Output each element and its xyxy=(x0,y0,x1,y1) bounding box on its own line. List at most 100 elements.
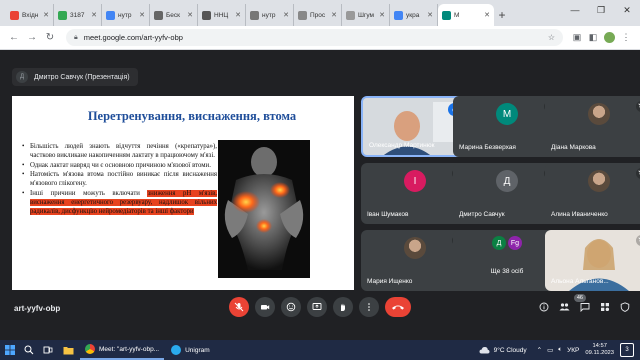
participant-name: Марина Безверхая xyxy=(459,144,516,151)
system-tray: 9°C Cloudy ⌃ ▭ 🔈︎ УКР 14:57 09.11.2023 3 xyxy=(479,340,640,360)
participant-name: Алина Иваниченко xyxy=(551,211,608,218)
browser-tab[interactable]: Вхідн ✕ xyxy=(6,4,54,26)
present-icon xyxy=(312,303,322,310)
menu-kebab-icon[interactable]: ⋮ xyxy=(618,30,634,46)
slide-bullet: Більшість людей знають відчуття печіння … xyxy=(22,143,217,161)
chrome-icon xyxy=(85,344,95,354)
camera-icon xyxy=(261,305,270,310)
window-controls: — ❐ ✕ xyxy=(562,0,640,20)
forward-icon[interactable]: → xyxy=(24,30,40,46)
participant-photo-avatar xyxy=(404,237,426,259)
browser-tab[interactable]: Прос ✕ xyxy=(294,4,342,26)
weather-widget[interactable]: 9°C Cloudy xyxy=(479,346,527,354)
tab-close-icon[interactable]: ✕ xyxy=(139,11,145,19)
browser-tab[interactable]: нутр ✕ xyxy=(246,4,294,26)
tab-close-icon[interactable]: ✕ xyxy=(43,11,49,19)
folder-icon xyxy=(63,346,73,354)
host-controls-icon[interactable] xyxy=(620,302,630,312)
language-indicator[interactable]: УКР xyxy=(567,347,579,354)
taskbar-search-button[interactable] xyxy=(20,340,38,360)
clock[interactable]: 14:57 09.11.2023 xyxy=(585,343,614,357)
browser-tab[interactable]: ННЦ ✕ xyxy=(198,4,246,26)
participant-tile[interactable]: Діана Маркова xyxy=(545,96,640,157)
microphone-toggle-button[interactable] xyxy=(229,297,249,317)
browser-tab[interactable]: Шгум ✕ xyxy=(342,4,390,26)
network-icon[interactable]: ▭ xyxy=(547,346,553,354)
tab-favicon-icon xyxy=(250,10,259,20)
bookmark-star-icon[interactable]: ☆ xyxy=(548,33,555,42)
participant-avatar: Д xyxy=(496,170,518,192)
browser-tab[interactable]: 3187 ✕ xyxy=(54,4,102,26)
minimize-button[interactable]: — xyxy=(562,0,588,20)
volume-icon[interactable]: 🔈︎ xyxy=(558,346,562,354)
file-explorer-button[interactable] xyxy=(58,340,78,360)
camera-toggle-button[interactable] xyxy=(255,297,275,317)
tab-favicon-icon xyxy=(10,10,19,20)
slide-bullet: Однак лактат навряд чи є основною причин… xyxy=(22,162,217,171)
extensions-icon[interactable]: ◧ xyxy=(585,30,601,46)
raise-hand-button[interactable] xyxy=(333,297,353,317)
clock-time: 14:57 xyxy=(592,343,607,349)
close-window-button[interactable]: ✕ xyxy=(614,0,640,20)
tab-label: M xyxy=(454,11,460,19)
participant-name: Альона Альтанов... xyxy=(551,278,609,285)
camera-indicator-icon[interactable]: ▣ xyxy=(569,30,585,46)
taskbar-app-chrome[interactable]: Meet: "art-yyfv-obp... xyxy=(80,340,165,360)
leave-call-button[interactable] xyxy=(385,297,411,317)
taskbar-app-unigram[interactable]: Unigram xyxy=(166,340,215,360)
tab-label: Прос xyxy=(310,11,326,19)
emoji-reaction-button[interactable] xyxy=(281,297,301,317)
tab-close-icon[interactable]: ✕ xyxy=(484,11,490,19)
mic-off-icon xyxy=(234,302,244,312)
browser-tab[interactable]: нутр ✕ xyxy=(102,4,150,26)
info-icon[interactable] xyxy=(539,302,549,312)
presenter-name: Дмитро Савчук (Презентація) xyxy=(34,73,130,81)
mic-muted-icon xyxy=(636,168,640,179)
browser-tab[interactable]: Беск ✕ xyxy=(150,4,198,26)
people-icon[interactable] xyxy=(559,302,570,312)
tab-close-icon[interactable]: ✕ xyxy=(91,11,97,19)
back-icon[interactable]: ← xyxy=(6,30,22,46)
participant-tile[interactable]: Альона Альтанов... xyxy=(545,230,640,291)
participant-tile[interactable]: Алина Иваниченко xyxy=(545,163,640,224)
address-bar: ← → ↻ 🔒︎ meet.google.com/art-yyfv-obp ☆ … xyxy=(0,26,640,50)
participant-name: Діана Маркова xyxy=(551,144,596,151)
mic-muted-icon xyxy=(636,101,640,112)
maximize-button[interactable]: ❐ xyxy=(588,0,614,20)
kebab-icon xyxy=(368,303,370,311)
clock-date: 09.11.2023 xyxy=(585,350,614,356)
tab-close-icon[interactable]: ✕ xyxy=(427,11,433,19)
activities-icon[interactable] xyxy=(600,302,610,312)
participant-photo-avatar xyxy=(588,170,610,192)
slide-bullet-list: Більшість людей знають відчуття печіння … xyxy=(22,143,217,217)
reload-icon[interactable]: ↻ xyxy=(42,30,58,46)
url-field[interactable]: 🔒︎ meet.google.com/art-yyfv-obp ☆ xyxy=(66,29,563,46)
new-tab-button[interactable]: + xyxy=(494,4,510,26)
tray-chevron-icon[interactable]: ⌃ xyxy=(537,346,542,354)
taskbar-app-label: Unigram xyxy=(185,346,210,354)
more-options-button[interactable] xyxy=(359,297,379,317)
lock-icon[interactable]: 🔒︎ xyxy=(74,34,78,42)
participant-photo-avatar xyxy=(588,103,610,125)
tab-close-icon[interactable]: ✕ xyxy=(379,11,385,19)
meet-stage: Д Дмитро Савчук (Презентація) Перетренув… xyxy=(0,50,640,340)
browser-tab[interactable]: укра ✕ xyxy=(390,4,438,26)
tab-close-icon[interactable]: ✕ xyxy=(283,11,289,19)
browser-tab-strip: Вхідн ✕ 3187 ✕ нутр ✕ Беск ✕ ННЦ ✕ нутр ✕ Прос ✕ Шгум ✕… xyxy=(0,0,640,26)
notifications-icon[interactable]: 3 xyxy=(620,343,634,357)
tab-label: Беск xyxy=(166,11,180,19)
tab-close-icon[interactable]: ✕ xyxy=(187,11,193,19)
browser-tab[interactable]: M ✕ xyxy=(438,4,494,26)
tab-close-icon[interactable]: ✕ xyxy=(235,11,241,19)
tab-close-icon[interactable]: ✕ xyxy=(331,11,337,19)
meeting-code: art-yyfv-obp xyxy=(14,304,61,313)
participant-name: Дмитро Савчук xyxy=(459,211,505,218)
profile-avatar[interactable] xyxy=(604,32,615,43)
task-view-button[interactable] xyxy=(38,340,58,360)
windows-start-button[interactable] xyxy=(0,340,20,360)
presenter-label: Д Дмитро Савчук (Презентація) xyxy=(12,68,138,86)
present-screen-button[interactable] xyxy=(307,297,327,317)
chat-icon[interactable] xyxy=(580,302,590,312)
tab-label: Шгум xyxy=(358,11,374,19)
participant-name: Олександр Мартинюк xyxy=(369,142,435,149)
